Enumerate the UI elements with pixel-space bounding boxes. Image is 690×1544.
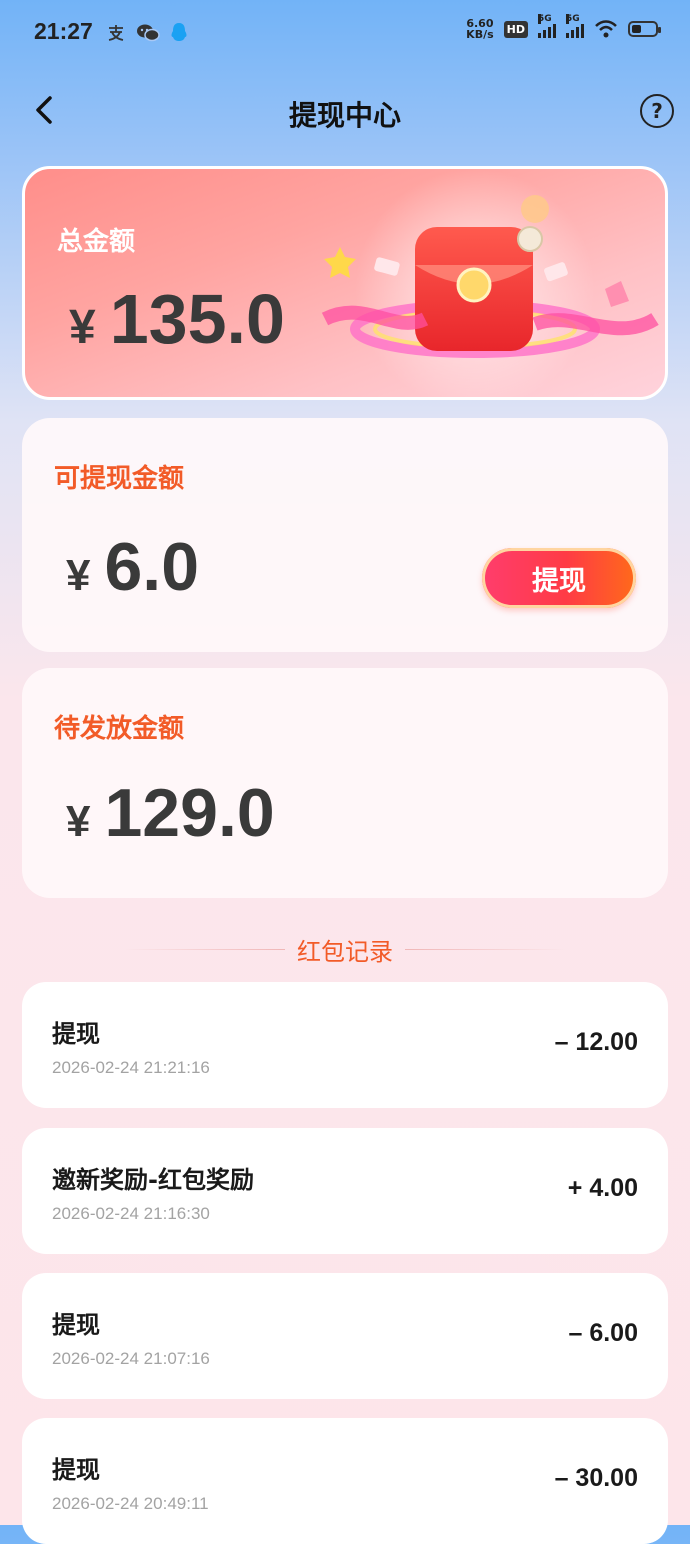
records-section-title: 红包记录 <box>297 937 393 966</box>
sim2-label: 5G <box>566 14 580 24</box>
hd-badge: HD <box>503 20 528 38</box>
record-title: 提现 <box>52 1456 100 1484</box>
record-item[interactable]: 提现 2026-02-24 21:07:16 – 6.00 <box>22 1273 668 1399</box>
total-amount-number: 135.0 <box>109 280 285 358</box>
wifi-icon <box>595 20 617 38</box>
signal-sim2-icon: 5G <box>566 14 584 38</box>
record-time: 2026-02-24 21:21:16 <box>52 1058 210 1077</box>
total-amount-label: 总金额 <box>57 227 136 257</box>
pending-amount-label: 待发放金额 <box>54 714 185 744</box>
status-time: 21:27 <box>34 18 93 44</box>
pending-amount-value: ¥ 129.0 <box>66 774 275 852</box>
sim1-label: 5G <box>538 14 552 24</box>
qq-icon <box>171 23 187 41</box>
record-item[interactable]: 提现 2026-02-24 20:49:11 – 30.00 <box>22 1418 668 1544</box>
record-amount: – 12.00 <box>554 1028 638 1056</box>
pending-amount-card: 待发放金额 ¥ 129.0 <box>22 668 668 898</box>
record-amount: – 30.00 <box>554 1464 638 1492</box>
notification-icons <box>106 22 188 44</box>
record-time: 2026-02-24 21:16:30 <box>52 1204 210 1223</box>
help-button[interactable]: ? <box>640 94 674 128</box>
record-time: 2026-02-24 21:07:16 <box>52 1349 210 1368</box>
withdrawable-amount-card: 可提现金额 ¥ 6.0 提现 <box>22 418 668 652</box>
records-section-header: 红包记录 <box>22 924 668 974</box>
withdraw-button[interactable]: 提现 <box>482 548 636 608</box>
withdrawable-amount-number: 6.0 <box>104 529 200 605</box>
battery-icon <box>628 21 661 37</box>
network-speed: 6.60 KB/s <box>466 18 493 40</box>
record-amount: – 6.00 <box>568 1319 638 1347</box>
total-amount-value: ¥ 135.0 <box>69 279 285 359</box>
page-header: 提现中心 ? <box>0 80 690 146</box>
status-right-icons: 6.60 KB/s HD 5G 5G <box>466 14 661 40</box>
red-envelope-illustration <box>321 169 659 397</box>
signal-sim1-icon: 5G <box>538 14 556 38</box>
network-speed-unit: KB/s <box>466 28 494 41</box>
currency-symbol: ¥ <box>66 797 91 846</box>
wechat-icon <box>137 24 160 42</box>
alipay-icon <box>108 25 124 41</box>
record-amount: + 4.00 <box>567 1174 638 1202</box>
total-amount-card: 总金额 ¥ 135.0 <box>22 166 668 400</box>
page-title: 提现中心 <box>288 99 401 132</box>
divider-left <box>125 948 285 950</box>
record-title: 邀新奖励-红包奖励 <box>52 1166 254 1194</box>
record-title: 提现 <box>52 1311 100 1339</box>
status-bar: 21:27 6.60 KB/s HD 5G 5G <box>0 0 690 66</box>
record-title: 提现 <box>52 1020 100 1048</box>
pending-amount-number: 129.0 <box>104 775 275 851</box>
record-item[interactable]: 提现 2026-02-24 21:21:16 – 12.00 <box>22 982 668 1108</box>
question-mark-icon: ? <box>651 99 663 123</box>
record-item[interactable]: 邀新奖励-红包奖励 2026-02-24 21:16:30 + 4.00 <box>22 1128 668 1254</box>
withdrawable-amount-value: ¥ 6.0 <box>66 528 199 606</box>
battery-level <box>632 25 642 33</box>
currency-symbol: ¥ <box>69 301 96 354</box>
currency-symbol: ¥ <box>66 551 91 600</box>
divider-right <box>405 948 565 950</box>
withdrawable-amount-label: 可提现金额 <box>54 464 185 494</box>
record-time: 2026-02-24 20:49:11 <box>52 1494 209 1513</box>
